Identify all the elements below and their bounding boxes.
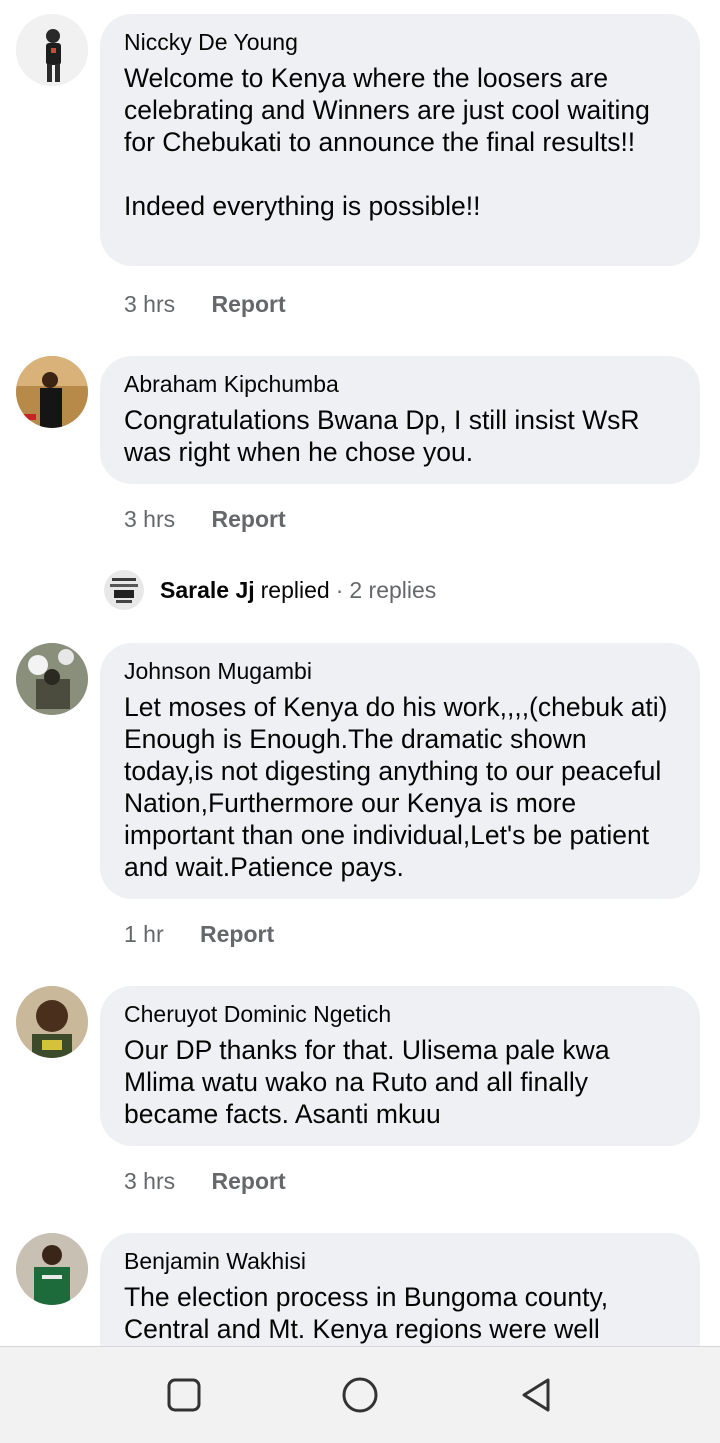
comment-text: Let moses of Kenya do his work,,,,(chebu… (124, 692, 668, 882)
comment-bubble: Niccky De Young Welcome to Kenya where t… (100, 14, 700, 266)
comment-meta: 1 hr Report (124, 920, 274, 948)
comment-meta: 3 hrs Report (124, 1167, 286, 1195)
user-photo-icon (16, 986, 88, 1058)
comment-bubble: Abraham Kipchumba Congratulations Bwana … (100, 356, 700, 484)
home-button[interactable] (340, 1375, 380, 1415)
comment-meta: 3 hrs Report (124, 290, 286, 318)
comment-time[interactable]: 3 hrs (124, 290, 175, 318)
comment-time[interactable]: 3 hrs (124, 1167, 175, 1195)
comment-bubble: Cheruyot Dominic Ngetich Our DP thanks f… (100, 986, 700, 1146)
back-icon (522, 1378, 550, 1412)
replied-label: replied (260, 576, 330, 603)
report-link[interactable]: Report (212, 505, 286, 533)
comment-time[interactable]: 1 hr (124, 920, 164, 948)
report-link[interactable]: Report (212, 290, 286, 318)
avatar[interactable] (16, 1233, 88, 1305)
user-photo-icon (100, 566, 148, 614)
avatar[interactable] (16, 14, 88, 86)
user-photo-icon (16, 1233, 88, 1305)
avatar[interactable] (16, 643, 88, 715)
recent-apps-icon (167, 1378, 201, 1412)
comment-text: Congratulations Bwana Dp, I still insist… (124, 405, 640, 467)
comment-author[interactable]: Cheruyot Dominic Ngetich (124, 1000, 676, 1028)
replier-name[interactable]: Sarale Jj (160, 577, 255, 604)
avatar[interactable] (16, 356, 88, 428)
back-button[interactable] (516, 1375, 556, 1415)
avatar (100, 566, 148, 614)
user-photo-icon (16, 643, 88, 715)
comment-text: Our DP thanks for that. Ulisema pale kwa… (124, 1035, 610, 1129)
comment-text: Welcome to Kenya where the loosers are c… (124, 63, 650, 221)
reply-separator: · (335, 576, 344, 603)
user-photo-icon (16, 14, 88, 86)
report-link[interactable]: Report (200, 920, 274, 948)
system-navigation-bar (0, 1346, 720, 1443)
comment-author[interactable]: Abraham Kipchumba (124, 370, 676, 398)
avatar[interactable] (16, 986, 88, 1058)
comment-author[interactable]: Benjamin Wakhisi (124, 1247, 676, 1275)
home-icon (342, 1377, 378, 1413)
comment-author[interactable]: Niccky De Young (124, 28, 676, 56)
view-replies-link[interactable]: Sarale Jj replied · 2 replies (100, 566, 436, 614)
reply-count[interactable]: 2 replies (349, 577, 436, 604)
comment-text: The election process in Bungoma county, … (124, 1282, 609, 1344)
comment-author[interactable]: Johnson Mugambi (124, 657, 676, 685)
comment-time[interactable]: 3 hrs (124, 505, 175, 533)
comment-bubble: Johnson Mugambi Let moses of Kenya do hi… (100, 643, 700, 899)
comment-meta: 3 hrs Report (124, 505, 286, 533)
user-photo-icon (16, 356, 88, 428)
recent-apps-button[interactable] (164, 1375, 204, 1415)
report-link[interactable]: Report (212, 1167, 286, 1195)
